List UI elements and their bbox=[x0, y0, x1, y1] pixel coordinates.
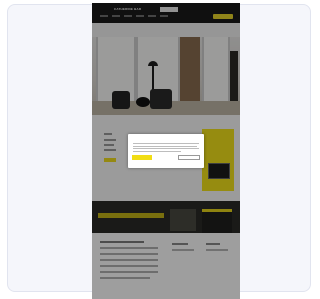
accept-cookies-button[interactable] bbox=[132, 155, 152, 160]
cookie-consent-dialog bbox=[128, 134, 204, 168]
cookie-preferences-button[interactable] bbox=[178, 155, 200, 160]
cookie-dialog-text bbox=[133, 143, 199, 153]
website-preview: CATHERINE BAR bbox=[92, 3, 240, 299]
